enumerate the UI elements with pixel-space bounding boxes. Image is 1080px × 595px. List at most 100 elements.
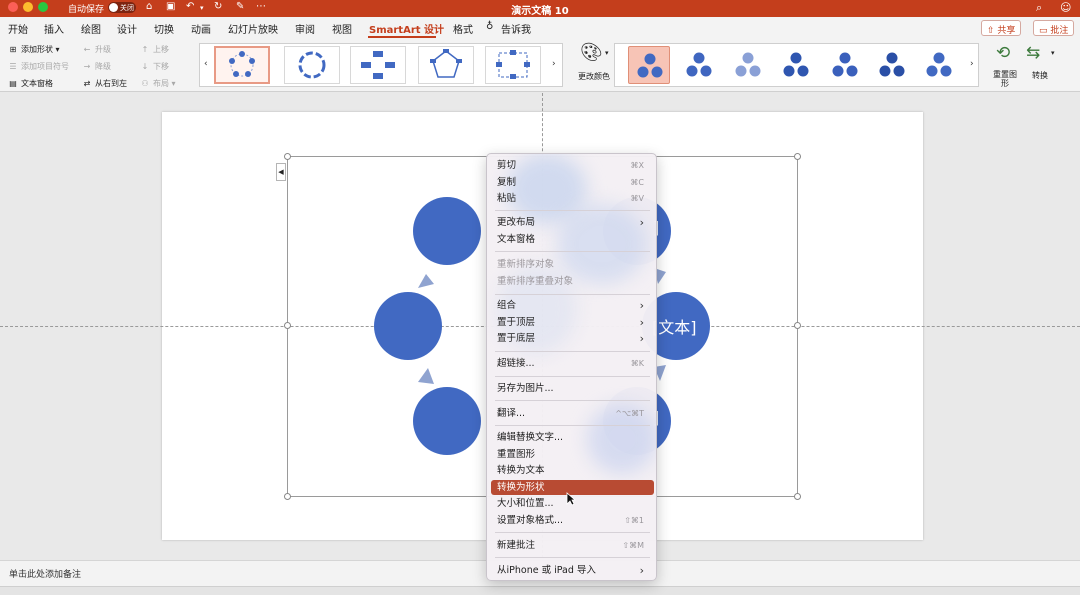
circular-arrows-layout-icon: [298, 51, 326, 79]
style-thumb-1[interactable]: [628, 46, 670, 84]
search-icon[interactable]: ⌕: [1036, 1, 1042, 15]
menu-item-cut[interactable]: 剪切 ⌘X: [491, 158, 654, 173]
context-menu: 剪切 ⌘X 复制 ⌘C 粘贴 ⌘V 更改布局 › 文本窗格 重新排序对象 重新排序重叠对…: [486, 153, 657, 581]
style-thumb-7[interactable]: [918, 46, 960, 84]
resize-handle[interactable]: [284, 322, 291, 329]
tab-smartart-design[interactable]: SmartArt 设计: [369, 21, 444, 36]
menu-item-save-as-picture[interactable]: 另存为图片...: [491, 381, 654, 396]
menu-item-paste[interactable]: 粘贴 ⌘V: [491, 191, 654, 206]
resize-handle[interactable]: [794, 153, 801, 160]
convert-dropdown-icon[interactable]: ▾: [1051, 49, 1055, 57]
menu-item-convert-to-text[interactable]: 转换为文本: [491, 463, 654, 478]
layout-thumb-5[interactable]: [485, 46, 541, 84]
tab-format[interactable]: 格式: [453, 21, 473, 36]
menu-item-text-pane[interactable]: 文本窗格: [491, 232, 654, 247]
tab-slideshow[interactable]: 幻灯片放映: [228, 21, 278, 36]
style-thumb-4[interactable]: [775, 46, 817, 84]
change-colors-dropdown-icon[interactable]: ▾: [605, 49, 609, 57]
cycle-shape[interactable]: [374, 292, 442, 360]
menu-item-hyperlink[interactable]: 超链接... ⌘K: [491, 356, 654, 371]
style-gallery-next-button[interactable]: ›: [970, 59, 974, 69]
move-up-button[interactable]: ↑ 上移: [140, 44, 169, 55]
shortcut-label: ⇧⌘1: [624, 516, 644, 525]
add-bullet-button[interactable]: ☰ 添加项目符号: [8, 61, 69, 72]
menu-separator: [495, 425, 650, 426]
menu-item-label: 文本窗格: [497, 234, 536, 245]
menu-item-edit-alt-text[interactable]: 编辑替换文字...: [491, 430, 654, 445]
cycle-shape[interactable]: [413, 197, 481, 265]
tell-me-search[interactable]: 告诉我: [501, 21, 531, 36]
cycle-arrow: [418, 368, 434, 384]
menu-item-translate[interactable]: 翻译... ^⌥⌘T: [491, 406, 654, 421]
right-to-left-button[interactable]: ⇄ 从右到左: [82, 78, 127, 89]
menu-item-reset-graphic[interactable]: 重置图形: [491, 447, 654, 462]
text-pane-toggle-button[interactable]: ◀: [276, 163, 286, 181]
right-to-left-label: 从右到左: [95, 79, 127, 88]
menu-item-send-to-back[interactable]: 置于底层 ›: [491, 331, 654, 346]
menu-item-group[interactable]: 组合 ›: [491, 298, 654, 313]
menu-separator: [495, 400, 650, 401]
cycle-shape[interactable]: [413, 387, 481, 455]
promote-label: 升级: [95, 45, 111, 54]
menu-item-label: 更改布局: [497, 217, 536, 228]
segmented-cycle-layout-icon: [496, 50, 530, 79]
add-shape-button[interactable]: ⊞ 添加形状 ▾: [8, 44, 60, 55]
change-colors-button[interactable]: 更改颜色: [576, 71, 612, 82]
layout-thumb-2[interactable]: [284, 46, 340, 84]
style-2-icon: [686, 52, 712, 77]
text-pane-button[interactable]: ▤ 文本窗格: [8, 78, 53, 89]
style-thumb-2[interactable]: [678, 46, 720, 84]
layout-thumb-3[interactable]: [350, 46, 406, 84]
tab-design[interactable]: 设计: [117, 21, 137, 36]
shortcut-label: ⌘C: [630, 178, 644, 187]
tab-view[interactable]: 视图: [332, 21, 352, 36]
promote-button[interactable]: ← 升级: [82, 44, 111, 55]
comments-button[interactable]: ▭ 批注: [1033, 20, 1075, 36]
gallery-prev-button[interactable]: ‹: [204, 59, 208, 69]
move-down-label: 下移: [153, 62, 169, 71]
menu-item-format-object[interactable]: 设置对象格式... ⇧⌘1: [491, 513, 654, 528]
layout-button[interactable]: ⚇ 布局 ▾: [140, 78, 175, 89]
submenu-chevron-icon: ›: [639, 316, 644, 329]
menu-item-label: 超链接...: [497, 358, 535, 369]
style-thumb-3[interactable]: [727, 46, 769, 84]
demote-button[interactable]: → 降级: [82, 61, 111, 72]
shortcut-label: ⌘K: [630, 359, 644, 368]
menu-item-label: 编辑替换文字...: [497, 432, 564, 443]
reset-graphic-button[interactable]: 重置图形: [990, 70, 1020, 88]
menu-item-change-layout[interactable]: 更改布局 ›: [491, 215, 654, 230]
tab-animations[interactable]: 动画: [191, 21, 211, 36]
style-thumb-5[interactable]: [824, 46, 866, 84]
convert-button[interactable]: 转换: [1025, 70, 1055, 81]
shortcut-label: ⌘V: [630, 194, 644, 203]
menu-item-reorder-objects: 重新排序对象: [491, 257, 654, 272]
palette-icon[interactable]: 🎨︎: [580, 42, 603, 63]
tab-home[interactable]: 开始: [8, 21, 28, 36]
ribbon: ⊞ 添加形状 ▾ ☰ 添加项目符号 ▤ 文本窗格 ← 升级 → 降级 ⇄ 从右到左 ↑ 上移 …: [0, 39, 1080, 92]
move-down-button[interactable]: ↓ 下移: [140, 61, 169, 72]
layout-thumb-4[interactable]: [418, 46, 474, 84]
tab-insert[interactable]: 插入: [44, 21, 64, 36]
text-pane-icon: ▤: [9, 79, 17, 88]
menu-item-label: 复制: [497, 177, 517, 188]
menu-item-import-from-iphone[interactable]: 从iPhone 或 iPad 导入 ›: [491, 563, 654, 578]
resize-handle[interactable]: [284, 153, 291, 160]
share-button[interactable]: ⇧ 共享: [981, 20, 1022, 36]
style-thumb-6[interactable]: [871, 46, 913, 84]
resize-handle[interactable]: [794, 493, 801, 500]
resize-handle[interactable]: [284, 493, 291, 500]
tab-draw[interactable]: 绘图: [81, 21, 101, 36]
arrow-left-icon: ←: [83, 45, 91, 54]
reset-graphic-icon[interactable]: ⟲: [996, 43, 1010, 63]
convert-icon[interactable]: ⇆: [1026, 43, 1040, 63]
gallery-next-button[interactable]: ›: [552, 59, 556, 69]
menu-item-new-comment[interactable]: 新建批注 ⇧⌘M: [491, 538, 654, 553]
tab-transitions[interactable]: 切换: [154, 21, 174, 36]
tab-review[interactable]: 审阅: [295, 21, 315, 36]
layout-thumb-1[interactable]: [214, 46, 270, 84]
menu-item-label: 从iPhone 或 iPad 导入: [497, 565, 596, 576]
resize-handle[interactable]: [794, 322, 801, 329]
account-icon[interactable]: ☺: [1060, 1, 1071, 14]
menu-item-bring-to-front[interactable]: 置于顶层 ›: [491, 315, 654, 330]
menu-item-copy[interactable]: 复制 ⌘C: [491, 175, 654, 190]
